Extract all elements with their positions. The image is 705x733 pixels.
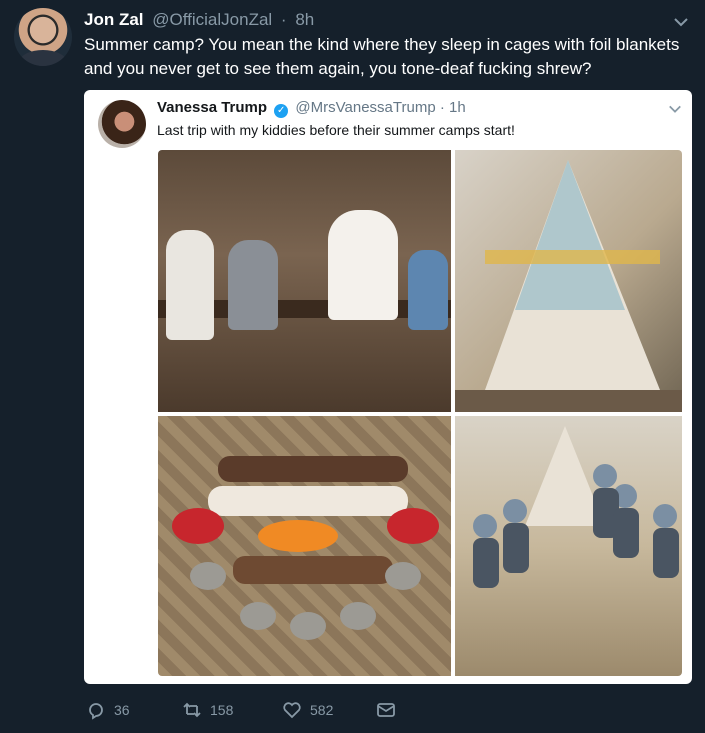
chevron-down-icon[interactable]: [673, 14, 689, 30]
message-button[interactable]: [376, 700, 404, 720]
author-handle[interactable]: @OfficialJonZal: [152, 10, 272, 29]
photo-kids-in-room[interactable]: [455, 416, 682, 676]
like-count: 582: [310, 702, 334, 718]
quoted-header: Vanessa Trump ✓ @MrsVanessaTrump · 1h: [157, 99, 466, 118]
like-button[interactable]: 582: [282, 700, 333, 720]
reply-button[interactable]: 36: [86, 700, 130, 720]
tweet-time[interactable]: 8h: [295, 10, 314, 29]
quoted-author-handle: @MrsVanessaTrump: [295, 99, 436, 116]
quoted-tweet-card[interactable]: Vanessa Trump ✓ @MrsVanessaTrump · 1h La…: [84, 90, 692, 684]
tweet-text: Summer camp? You mean the kind where the…: [84, 35, 680, 78]
quoted-time: 1h: [449, 99, 466, 116]
reply-icon: [89, 703, 103, 720]
quoted-text: Last trip with my kiddies before their s…: [157, 122, 515, 138]
quoted-separator: ·: [439, 99, 445, 116]
retweet-icon: [183, 702, 201, 718]
heart-icon: [283, 702, 301, 719]
tweet-header: Jon Zal @OfficialJonZal · 8h: [84, 10, 314, 30]
chevron-down-icon[interactable]: [668, 102, 682, 116]
retweet-count: 158: [210, 702, 234, 718]
quoted-author-name: Vanessa Trump: [157, 99, 268, 116]
photo-campfire-pillow[interactable]: [158, 416, 451, 676]
retweet-button[interactable]: 158: [182, 700, 233, 720]
photo-grid[interactable]: [158, 150, 682, 676]
photo-family-dinner[interactable]: [158, 150, 451, 412]
reply-count: 36: [114, 702, 130, 718]
verified-icon: ✓: [274, 104, 289, 118]
author-avatar[interactable]: [14, 8, 72, 66]
quoted-author-avatar: [98, 100, 146, 148]
photo-teepee[interactable]: [455, 150, 682, 412]
mail-icon: [377, 703, 395, 717]
author-name[interactable]: Jon Zal: [84, 10, 144, 29]
separator-dot: ·: [280, 10, 287, 29]
